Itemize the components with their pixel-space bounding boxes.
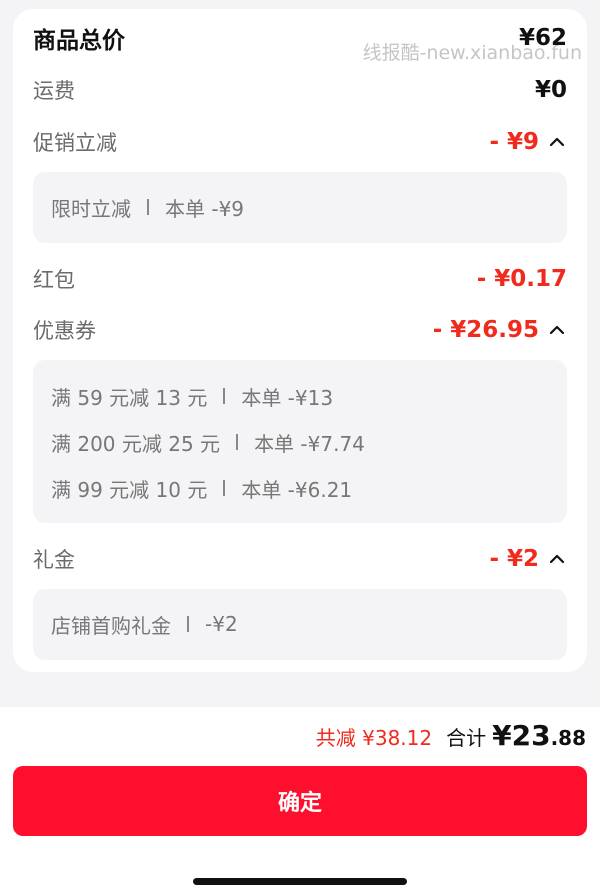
promo-detail-box: 限时立减 本单 -¥9 [33, 172, 567, 243]
total-price-integer: ¥23 [492, 719, 551, 752]
goods-total-row: 商品总价 ¥62 [33, 18, 567, 58]
promo-value-wrap[interactable]: - ¥9 [489, 129, 567, 155]
coupon-detail-name: 满 59 元减 13 元 [51, 385, 208, 410]
gift-label: 礼金 [33, 548, 75, 572]
chevron-up-icon[interactable] [547, 549, 567, 569]
total-label: 合计 [446, 726, 487, 750]
confirm-button[interactable]: 确定 [13, 766, 587, 836]
coupon-detail-amount: 本单 -¥13 [241, 385, 334, 410]
gift-detail-line: 店铺首购礼金 -¥2 [51, 601, 549, 647]
gift-value-wrap[interactable]: - ¥2 [489, 546, 567, 572]
coupon-detail-name: 满 99 元减 10 元 [51, 477, 208, 502]
separator [223, 388, 226, 404]
promo-label: 促销立减 [33, 131, 117, 155]
coupon-value: - ¥26.95 [432, 317, 539, 343]
coupon-value-wrap[interactable]: - ¥26.95 [433, 317, 567, 343]
separator [236, 434, 239, 450]
promo-detail-line: 限时立减 本单 -¥9 [51, 184, 549, 230]
gift-row[interactable]: 礼金 - ¥2 [33, 539, 567, 579]
red-packet-row: 红包 - ¥0.17 [33, 259, 567, 299]
gift-detail-amount: -¥2 [205, 612, 238, 636]
coupon-detail-box: 满 59 元减 13 元 本单 -¥13 满 200 元减 25 元 本单 -¥… [33, 360, 567, 523]
coupon-detail-name: 满 200 元减 25 元 [51, 431, 221, 456]
red-packet-value: - ¥0.17 [476, 266, 567, 292]
order-summary: 共减 ¥38.12 合计 ¥23 .88 [316, 719, 586, 752]
promo-detail-name: 限时立减 [51, 196, 131, 221]
promo-value: - ¥9 [489, 129, 539, 155]
separator [187, 616, 189, 632]
coupon-row[interactable]: 优惠券 - ¥26.95 [33, 310, 567, 350]
gift-detail-box: 店铺首购礼金 -¥2 [33, 589, 567, 660]
gift-detail-name: 店铺首购礼金 [51, 613, 171, 638]
shipping-value: ¥0 [534, 77, 567, 103]
goods-total-value: ¥62 [518, 25, 567, 51]
price-breakdown-card: 商品总价 ¥62 运费 ¥0 促销立减 - ¥9 限时立减 本单 -¥9 红包 … [13, 9, 587, 672]
coupon-detail-line: 满 59 元减 13 元 本单 -¥13 [51, 373, 549, 419]
total-price-decimal: .88 [550, 726, 586, 750]
gift-value: - ¥2 [489, 546, 539, 572]
promo-row[interactable]: 促销立减 - ¥9 [33, 122, 567, 162]
bottom-bar: 共减 ¥38.12 合计 ¥23 .88 确定 [0, 707, 600, 895]
separator [223, 480, 226, 496]
red-packet-label: 红包 [33, 268, 75, 292]
separator [147, 199, 149, 215]
coupon-detail-line: 满 200 元减 25 元 本单 -¥7.74 [51, 419, 549, 465]
coupon-label: 优惠券 [33, 319, 96, 343]
promo-detail-amount: 本单 -¥9 [165, 196, 245, 221]
coupon-detail-line: 满 99 元减 10 元 本单 -¥6.21 [51, 465, 549, 511]
goods-total-label: 商品总价 [33, 28, 125, 54]
home-indicator[interactable] [193, 878, 407, 885]
chevron-up-icon[interactable] [547, 132, 567, 152]
total-saved: 共减 ¥38.12 [315, 726, 433, 750]
coupon-detail-amount: 本单 -¥6.21 [241, 477, 353, 502]
shipping-label: 运费 [33, 79, 75, 103]
coupon-detail-amount: 本单 -¥7.74 [254, 431, 365, 456]
chevron-up-icon[interactable] [547, 320, 567, 340]
shipping-row: 运费 ¥0 [33, 70, 567, 110]
